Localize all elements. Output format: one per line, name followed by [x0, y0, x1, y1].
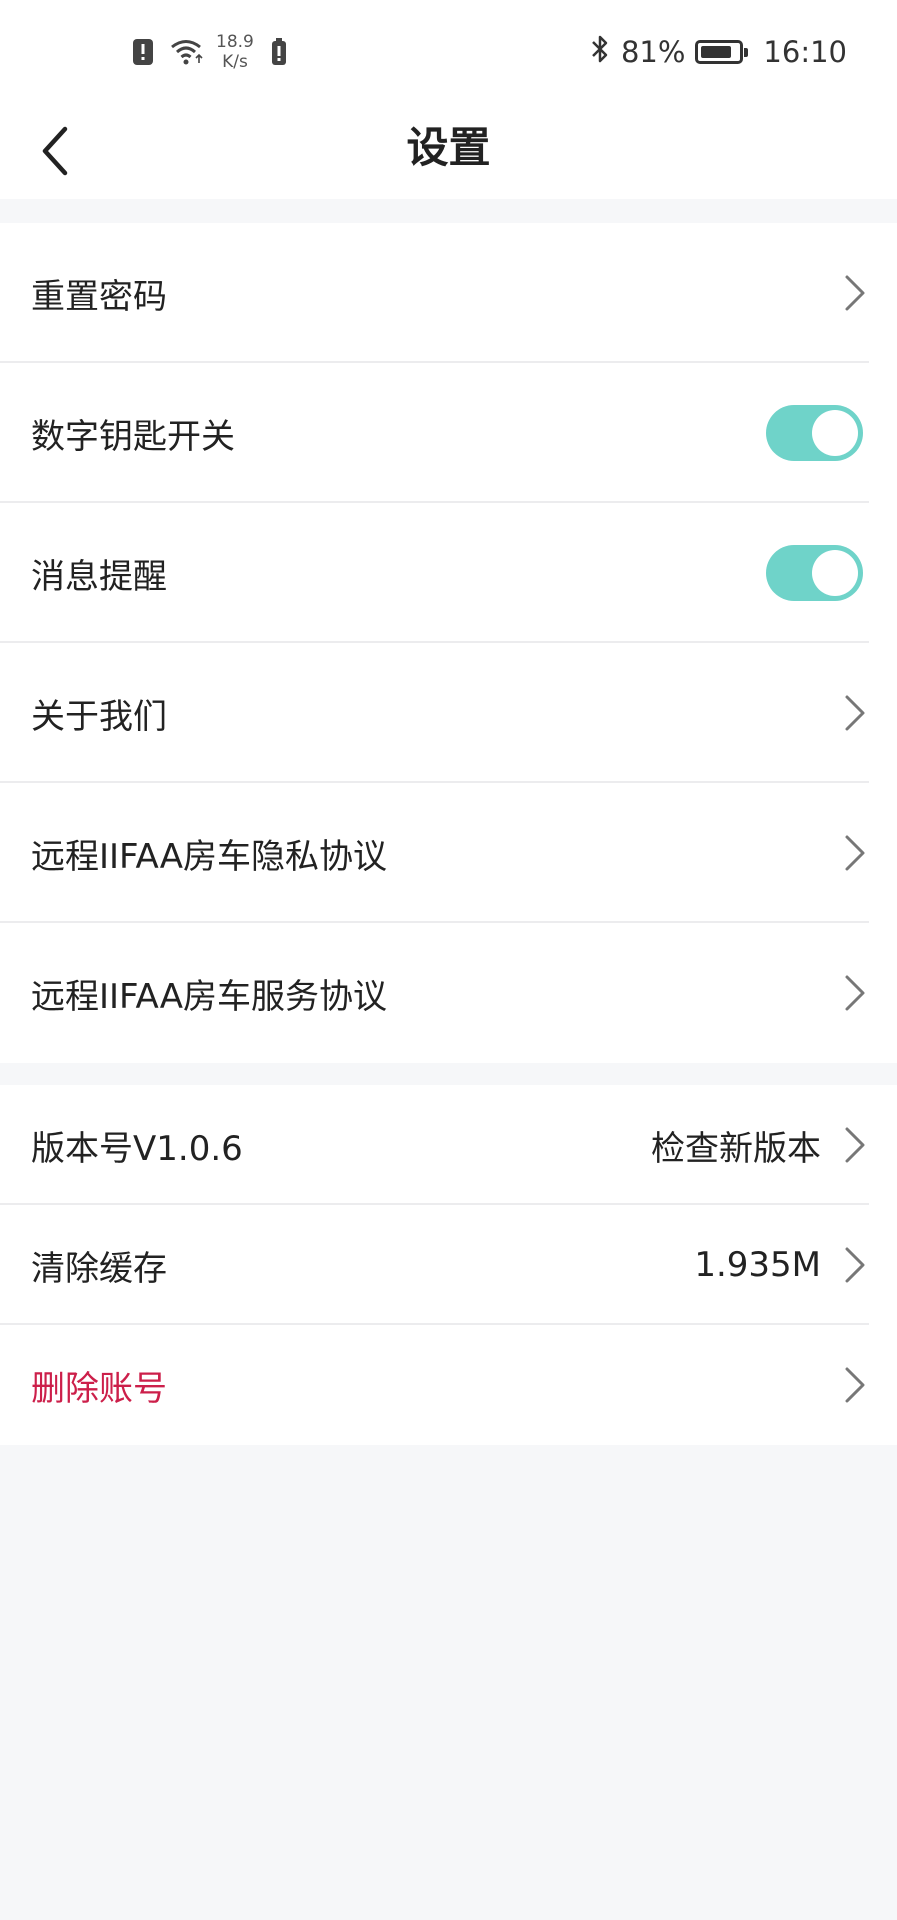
delete-account-row[interactable]: 删除账号	[0, 1325, 897, 1445]
row-label: 清除缓存	[31, 1248, 167, 1289]
navbar: 设置	[0, 100, 897, 199]
toggle-knob	[812, 550, 858, 596]
bluetooth-icon	[589, 33, 611, 72]
chevron-right-icon	[841, 971, 869, 1015]
chevron-right-icon	[841, 1123, 869, 1167]
alert-icon	[130, 37, 156, 67]
sim-alert-icon	[266, 37, 292, 67]
about-us-row[interactable]: 关于我们	[0, 643, 897, 783]
row-label: 数字钥匙开关	[31, 416, 235, 457]
battery-percent: 81%	[620, 35, 686, 69]
row-label: 远程IIFAA房车服务协议	[31, 976, 387, 1017]
settings-group-main: 重置密码 数字钥匙开关 消息提醒 关于我们 远程IIFAA房车隐私协议 远程II	[0, 223, 897, 1063]
battery-fill	[701, 46, 731, 58]
row-label: 消息提醒	[31, 556, 167, 597]
digital-key-toggle[interactable]	[766, 405, 863, 461]
network-speed-unit: K/s	[222, 52, 248, 72]
message-reminder-row: 消息提醒	[0, 503, 897, 643]
page-title: 设置	[406, 123, 491, 172]
row-label: 删除账号	[31, 1368, 167, 1409]
status-bar-left: 18.9 K/s	[130, 30, 292, 74]
cache-size-value: 1.935M	[694, 1245, 821, 1285]
wifi-icon	[168, 37, 204, 67]
version-row[interactable]: 版本号V1.0.6 检查新版本	[0, 1085, 897, 1205]
toggle-knob	[812, 410, 858, 456]
network-speed: 18.9 K/s	[216, 32, 254, 72]
row-label: 关于我们	[31, 696, 167, 737]
row-label: 远程IIFAA房车隐私协议	[31, 836, 387, 877]
clear-cache-row[interactable]: 清除缓存 1.935M	[0, 1205, 897, 1325]
clock: 16:10	[763, 35, 847, 69]
status-bar-right: 81% 16:10	[589, 30, 847, 74]
check-update-label: 检查新版本	[651, 1128, 821, 1169]
battery-icon	[695, 40, 749, 64]
message-reminder-toggle[interactable]	[766, 545, 863, 601]
chevron-right-icon	[841, 1243, 869, 1287]
chevron-right-icon	[841, 691, 869, 735]
row-label: 版本号V1.0.6	[31, 1128, 243, 1169]
chevron-right-icon	[841, 1363, 869, 1407]
network-speed-value: 18.9	[216, 32, 254, 52]
chevron-right-icon	[841, 271, 869, 315]
reset-password-row[interactable]: 重置密码	[0, 223, 897, 363]
privacy-agreement-row[interactable]: 远程IIFAA房车隐私协议	[0, 783, 897, 923]
status-bar: 18.9 K/s 81% 16:10	[0, 0, 897, 100]
digital-key-row: 数字钥匙开关	[0, 363, 897, 503]
chevron-right-icon	[841, 831, 869, 875]
settings-group-app: 版本号V1.0.6 检查新版本 清除缓存 1.935M 删除账号	[0, 1085, 897, 1445]
service-agreement-row[interactable]: 远程IIFAA房车服务协议	[0, 923, 897, 1063]
row-label: 重置密码	[31, 276, 167, 317]
